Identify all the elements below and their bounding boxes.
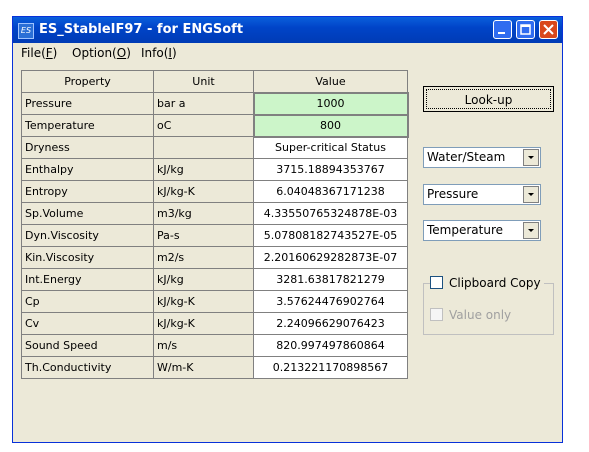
menu-option[interactable]: Option(O)	[72, 46, 131, 60]
clipboard-copy-checkbox[interactable]: Clipboard Copy	[430, 276, 544, 290]
unit-cell: kJ/kg	[153, 268, 254, 291]
lookup-button-label: Look-up	[426, 89, 551, 109]
unit-cell: kJ/kg-K	[153, 290, 254, 313]
value-cell: Super-critical Status	[253, 136, 408, 159]
checkbox-box[interactable]	[430, 276, 443, 289]
value-cell: 3715.18894353767	[253, 158, 408, 181]
menu-bar: File(F) Option(O) Info(I)	[13, 43, 562, 63]
app-window: ES ES_StableIF97 - for ENGSoft File(F) O…	[12, 16, 563, 443]
chevron-down-icon[interactable]	[523, 149, 539, 166]
value-only-label: Value only	[449, 308, 512, 322]
property-grid: Property Unit Value Pressure bar a 1000 …	[21, 70, 409, 379]
table-row: Sp.Volume m3/kg 4.33550765324878E-03	[21, 202, 408, 225]
value-cell: 5.07808182743527E-05	[253, 224, 408, 247]
table-row: Temperature oC 800	[21, 113, 409, 138]
property-cell: Dyn.Viscosity	[21, 224, 154, 247]
property-cell: Entropy	[21, 180, 154, 203]
value-cell: 0.213221170898567	[253, 356, 408, 379]
grid-header-row: Property Unit Value	[21, 70, 408, 93]
title-bar[interactable]: ES ES_StableIF97 - for ENGSoft	[13, 17, 562, 43]
value-cell: 3.57624476902764	[253, 290, 408, 313]
copy-options-group: Clipboard Copy Value only	[423, 276, 554, 335]
menu-file[interactable]: File(F)	[21, 46, 57, 60]
table-row: Pressure bar a 1000	[21, 91, 409, 116]
minimize-button[interactable]	[493, 20, 512, 39]
property-cell: Dryness	[21, 136, 154, 159]
close-icon	[543, 24, 554, 35]
unit-cell: kJ/kg-K	[153, 180, 254, 203]
fluid-select-value: Water/Steam	[427, 150, 506, 164]
menu-info[interactable]: Info(I)	[141, 46, 177, 60]
input2-select-value: Temperature	[427, 223, 504, 237]
table-row: Sound Speed m/s 820.997497860864	[21, 334, 408, 357]
value-only-checkbox: Value only	[430, 308, 511, 322]
table-row: Cp kJ/kg-K 3.57624476902764	[21, 290, 408, 313]
temperature-value-input[interactable]: 800	[252, 113, 409, 138]
unit-cell: m/s	[153, 334, 254, 357]
property-cell: Int.Energy	[21, 268, 154, 291]
minimize-icon	[498, 32, 505, 34]
unit-cell: bar a	[153, 92, 254, 115]
property-cell: Cp	[21, 290, 154, 313]
window-title: ES_StableIF97 - for ENGSoft	[39, 22, 244, 37]
table-row: Dyn.Viscosity Pa-s 5.07808182743527E-05	[21, 224, 408, 247]
unit-cell: W/m-K	[153, 356, 254, 379]
chevron-down-icon[interactable]	[523, 222, 539, 239]
maximize-icon	[520, 24, 531, 35]
table-row: Dryness Super-critical Status	[21, 136, 408, 159]
unit-cell: Pa-s	[153, 224, 254, 247]
unit-cell: kJ/kg	[153, 158, 254, 181]
value-cell: 2.20160629282873E-07	[253, 246, 408, 269]
property-cell: Sound Speed	[21, 334, 154, 357]
clipboard-copy-label: Clipboard Copy	[449, 276, 541, 290]
property-cell: Pressure	[21, 92, 154, 115]
value-cell: 4.33550765324878E-03	[253, 202, 408, 225]
table-row: Enthalpy kJ/kg 3715.18894353767	[21, 158, 408, 181]
table-row: Kin.Viscosity m2/s 2.20160629282873E-07	[21, 246, 408, 269]
property-cell: Enthalpy	[21, 158, 154, 181]
unit-cell: oC	[153, 114, 254, 137]
table-row: Cv kJ/kg-K 2.24096629076423	[21, 312, 408, 335]
chevron-down-icon[interactable]	[523, 186, 539, 203]
close-button[interactable]	[539, 20, 558, 39]
value-cell: 3281.63817821279	[253, 268, 408, 291]
maximize-button[interactable]	[516, 20, 535, 39]
table-row: Entropy kJ/kg-K 6.04048367171238	[21, 180, 408, 203]
header-value: Value	[253, 70, 408, 93]
value-cell: 820.997497860864	[253, 334, 408, 357]
property-cell: Temperature	[21, 114, 154, 137]
value-cell: 2.24096629076423	[253, 312, 408, 335]
header-unit: Unit	[153, 70, 254, 93]
table-row: Th.Conductivity W/m-K 0.213221170898567	[21, 356, 408, 379]
unit-cell: kJ/kg-K	[153, 312, 254, 335]
property-cell: Cv	[21, 312, 154, 335]
input1-select-value: Pressure	[427, 187, 479, 201]
value-cell: 6.04048367171238	[253, 180, 408, 203]
unit-cell: m2/s	[153, 246, 254, 269]
fluid-select[interactable]: Water/Steam	[423, 147, 541, 168]
property-cell: Th.Conductivity	[21, 356, 154, 379]
property-cell: Kin.Viscosity	[21, 246, 154, 269]
property-cell: Sp.Volume	[21, 202, 154, 225]
unit-cell	[153, 136, 254, 159]
app-icon: ES	[18, 23, 34, 39]
input2-select[interactable]: Temperature	[423, 220, 541, 241]
table-row: Int.Energy kJ/kg 3281.63817821279	[21, 268, 408, 291]
checkbox-box	[430, 308, 443, 321]
unit-cell: m3/kg	[153, 202, 254, 225]
pressure-value-input[interactable]: 1000	[252, 91, 409, 116]
lookup-button[interactable]: Look-up	[423, 86, 554, 112]
input1-select[interactable]: Pressure	[423, 184, 541, 205]
header-property: Property	[21, 70, 154, 93]
